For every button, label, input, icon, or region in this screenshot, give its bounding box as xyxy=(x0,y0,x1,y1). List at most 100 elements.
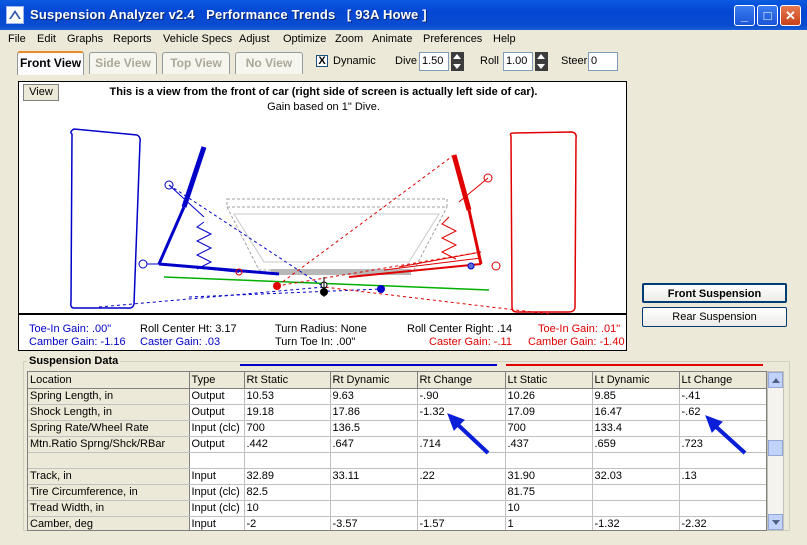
table-cell[interactable]: Spring Length, in xyxy=(28,388,190,405)
table-cell[interactable]: Input (clc) xyxy=(189,500,245,517)
table-cell[interactable]: 700 xyxy=(505,420,593,437)
table-cell[interactable]: 133.4 xyxy=(592,420,680,437)
column-header[interactable]: Type xyxy=(189,372,245,389)
table-cell[interactable]: 1 xyxy=(505,516,593,530)
table-cell[interactable]: .22 xyxy=(417,468,506,485)
table-cell[interactable]: .13 xyxy=(679,468,766,485)
roll-input[interactable]: 1.00 xyxy=(503,52,533,71)
table-cell[interactable]: 700 xyxy=(244,420,331,437)
rear-suspension-button[interactable]: Rear Suspension xyxy=(642,307,787,327)
dive-spinner[interactable] xyxy=(451,52,464,71)
table-cell[interactable]: Tire Circumference, in xyxy=(28,484,190,501)
table-cell[interactable]: 10.26 xyxy=(505,388,593,405)
table-cell[interactable]: Camber, deg xyxy=(28,516,190,530)
table-cell[interactable]: Input (clc) xyxy=(189,484,245,501)
table-cell[interactable]: -1.32 xyxy=(592,516,680,530)
table-cell[interactable]: 32.03 xyxy=(592,468,680,485)
front-suspension-button[interactable]: Front Suspension xyxy=(642,283,787,303)
table-cell[interactable]: Output xyxy=(189,404,245,421)
table-cell[interactable]: -2 xyxy=(244,516,331,530)
table-cell[interactable] xyxy=(679,500,766,517)
column-header[interactable]: Location xyxy=(28,372,190,389)
table-cell[interactable]: 81.75 xyxy=(505,484,593,501)
table-cell[interactable]: 10.53 xyxy=(244,388,331,405)
menu-optimize[interactable]: Optimize xyxy=(283,33,326,45)
table-cell[interactable]: Shock Length, in xyxy=(28,404,190,421)
scroll-down-button[interactable] xyxy=(768,514,783,530)
table-cell[interactable]: .714 xyxy=(417,436,506,453)
column-header[interactable]: Lt Static xyxy=(505,372,593,389)
menu-graphs[interactable]: Graphs xyxy=(67,33,103,45)
table-cell[interactable]: Input (clc) xyxy=(189,420,245,437)
table-cell[interactable]: Input xyxy=(189,468,245,485)
table-cell[interactable]: .437 xyxy=(505,436,593,453)
table-cell[interactable] xyxy=(592,484,680,501)
table-cell[interactable] xyxy=(592,500,680,517)
table-cell[interactable] xyxy=(244,452,331,469)
table-cell[interactable] xyxy=(417,452,506,469)
table-cell[interactable] xyxy=(330,500,418,517)
table-cell[interactable]: Input xyxy=(189,516,245,530)
table-cell[interactable] xyxy=(679,452,766,469)
tab-front-view[interactable]: Front View xyxy=(17,51,84,75)
dive-input[interactable]: 1.50 xyxy=(419,52,449,71)
table-cell[interactable] xyxy=(505,452,593,469)
table-cell[interactable]: 9.63 xyxy=(330,388,418,405)
table-cell[interactable] xyxy=(417,500,506,517)
table-cell[interactable]: 136.5 xyxy=(330,420,418,437)
table-cell[interactable]: -3.57 xyxy=(330,516,418,530)
column-header[interactable]: Lt Dynamic xyxy=(592,372,680,389)
scroll-thumb[interactable] xyxy=(768,440,783,456)
menu-help[interactable]: Help xyxy=(493,33,516,45)
column-header[interactable]: Rt Static xyxy=(244,372,331,389)
table-cell[interactable]: Track, in xyxy=(28,468,190,485)
table-cell[interactable] xyxy=(417,484,506,501)
table-cell[interactable] xyxy=(679,420,766,437)
table-cell[interactable]: -.41 xyxy=(679,388,766,405)
table-cell[interactable]: .723 xyxy=(679,436,766,453)
menu-file[interactable]: File xyxy=(8,33,26,45)
maximize-button[interactable]: □ xyxy=(757,5,778,26)
table-cell[interactable] xyxy=(592,452,680,469)
table-cell[interactable]: 10 xyxy=(244,500,331,517)
tab-top-view[interactable]: Top View xyxy=(162,52,230,74)
menu-adjust[interactable]: Adjust xyxy=(239,33,270,45)
table-cell[interactable]: Tread Width, in xyxy=(28,500,190,517)
table-cell[interactable]: 31.90 xyxy=(505,468,593,485)
table-cell[interactable]: .659 xyxy=(592,436,680,453)
table-cell[interactable]: -1.32 xyxy=(417,404,506,421)
table-cell[interactable] xyxy=(189,452,245,469)
table-cell[interactable] xyxy=(679,484,766,501)
table-cell[interactable]: Output xyxy=(189,436,245,453)
tab-no-view[interactable]: No View xyxy=(235,52,303,74)
table-cell[interactable]: 16.47 xyxy=(592,404,680,421)
table-cell[interactable] xyxy=(417,420,506,437)
table-cell[interactable]: .442 xyxy=(244,436,331,453)
table-cell[interactable]: .647 xyxy=(330,436,418,453)
table-cell[interactable]: Mtn.Ratio Sprng/Shck/RBar xyxy=(28,436,190,453)
column-header[interactable]: Lt Change xyxy=(679,372,766,389)
table-cell[interactable] xyxy=(330,484,418,501)
table-cell[interactable]: 17.09 xyxy=(505,404,593,421)
close-button[interactable]: ✕ xyxy=(780,5,801,26)
table-cell[interactable] xyxy=(330,452,418,469)
column-header[interactable]: Rt Dynamic xyxy=(330,372,418,389)
menu-animate[interactable]: Animate xyxy=(372,33,412,45)
table-cell[interactable]: Spring Rate/Wheel Rate xyxy=(28,420,190,437)
table-cell[interactable]: 9.85 xyxy=(592,388,680,405)
table-cell[interactable] xyxy=(28,452,190,469)
table-cell[interactable]: -1.57 xyxy=(417,516,506,530)
dynamic-checkbox[interactable]: X xyxy=(316,55,328,67)
menu-zoom[interactable]: Zoom xyxy=(335,33,363,45)
table-cell[interactable]: 17.86 xyxy=(330,404,418,421)
table-cell[interactable]: 10 xyxy=(505,500,593,517)
menu-edit[interactable]: Edit xyxy=(37,33,56,45)
minimize-button[interactable]: _ xyxy=(734,5,755,26)
table-cell[interactable]: 33.11 xyxy=(330,468,418,485)
table-cell[interactable]: -.90 xyxy=(417,388,506,405)
steer-input[interactable]: 0 xyxy=(588,52,618,71)
menu-reports[interactable]: Reports xyxy=(113,33,152,45)
table-cell[interactable]: 82.5 xyxy=(244,484,331,501)
roll-spinner[interactable] xyxy=(535,52,548,71)
tab-side-view[interactable]: Side View xyxy=(89,52,157,74)
